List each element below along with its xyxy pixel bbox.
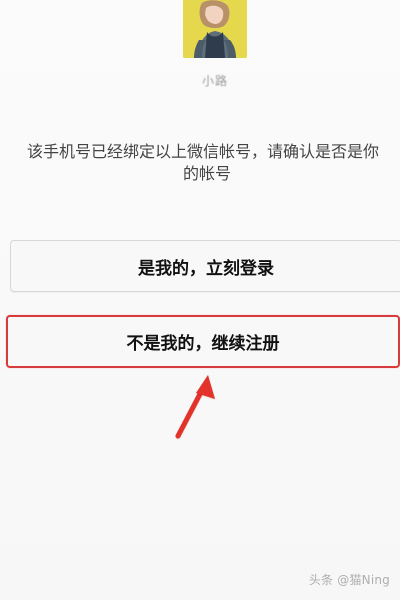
user-avatar xyxy=(183,0,247,58)
red-pointing-arrow-icon xyxy=(175,375,215,439)
login-now-button[interactable]: 是我的，立刻登录 xyxy=(10,240,400,292)
binding-confirmation-message: 该手机号已经绑定以上微信帐号，请确认是否是你 的帐号 xyxy=(0,141,400,185)
wechat-account-confirmation-screen: 小路 该手机号已经绑定以上微信帐号，请确认是否是你 的帐号 是我的，立刻登录 不… xyxy=(0,0,400,600)
user-nickname: 小路 xyxy=(201,74,228,88)
message-line-2: 的帐号 xyxy=(182,164,231,183)
message-line-1: 该手机号已经绑定以上微信帐号，请确认是否是你 xyxy=(26,142,379,161)
login-now-button-label: 是我的，立刻登录 xyxy=(138,258,274,279)
avatar-illustration xyxy=(183,0,247,58)
continue-register-button-label: 不是我的，继续注册 xyxy=(126,334,280,354)
toutiao-watermark: 头条 @猫Ning xyxy=(308,573,390,587)
continue-register-button[interactable]: 不是我的，继续注册 xyxy=(6,315,400,368)
